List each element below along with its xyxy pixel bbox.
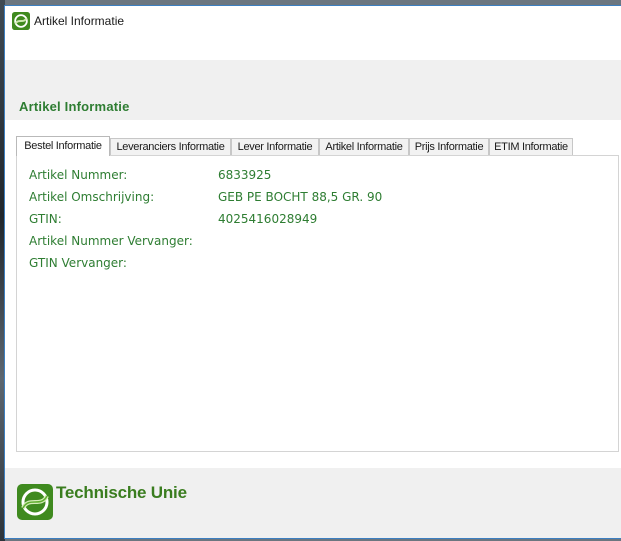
field-label: GTIN:	[29, 212, 62, 226]
tab-etim-informatie[interactable]: ETIM Informatie	[489, 138, 573, 155]
window-title: Artikel Informatie	[34, 14, 125, 28]
tab-bestel-informatie[interactable]: Bestel Informatie	[16, 136, 110, 156]
field-label: Artikel Omschrijving:	[29, 190, 155, 204]
field-value: GEB PE BOCHT 88,5 GR. 90	[218, 190, 383, 204]
footer	[5, 468, 621, 538]
tab-lever-informatie[interactable]: Lever Informatie	[231, 138, 319, 155]
technische-unie-logo-icon	[17, 484, 53, 520]
field-value: 4025416028949	[218, 212, 318, 226]
tab-panel: Artikel Nummer: 6833925 Artikel Omschrij…	[16, 155, 619, 452]
app-logo-icon	[12, 12, 30, 30]
brand-name: Technische Unie	[56, 483, 187, 502]
field-label: Artikel Nummer:	[29, 168, 128, 182]
tab-leveranciers-informatie[interactable]: Leveranciers Informatie	[110, 138, 231, 155]
tab-prijs-informatie[interactable]: Prijs Informatie	[409, 138, 489, 155]
field-label: Artikel Nummer Vervanger:	[29, 234, 193, 248]
field-value: 6833925	[218, 168, 272, 182]
tab-artikel-informatie[interactable]: Artikel Informatie	[319, 138, 409, 155]
app-window: Artikel Informatie Artikel Informatie Be…	[4, 5, 621, 539]
title-bar: Artikel Informatie	[5, 6, 621, 60]
field-label: GTIN Vervanger:	[29, 256, 127, 270]
page-title: Artikel Informatie	[19, 99, 130, 114]
